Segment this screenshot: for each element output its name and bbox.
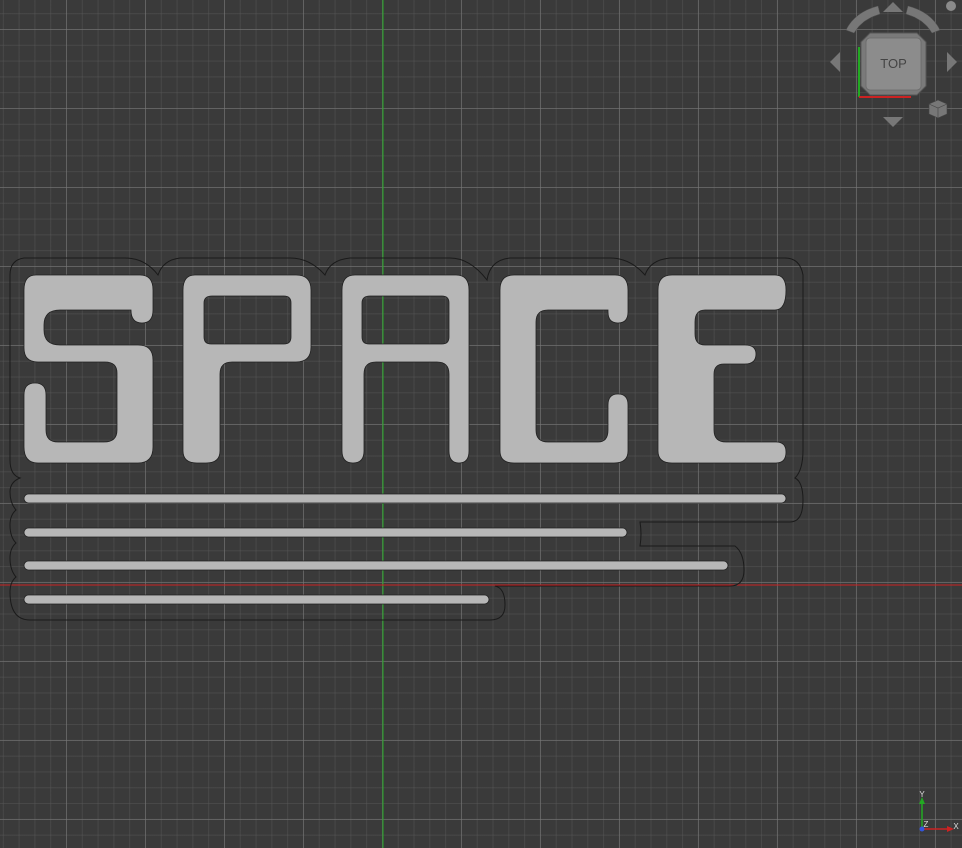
3d-viewport[interactable]: TOP Y X Z: [0, 0, 962, 848]
speed-line-1: [23, 493, 787, 504]
navcube-top-face[interactable]: TOP: [860, 32, 927, 96]
iso-cube-icon[interactable]: [928, 99, 948, 119]
speed-line-3: [23, 560, 729, 571]
speed-line-2: [23, 527, 628, 538]
letter-e: [657, 274, 787, 464]
speed-line-4: [23, 594, 490, 605]
view-menu-icon[interactable]: [946, 1, 956, 11]
letter-p: [182, 274, 312, 464]
navcube-face-label: TOP: [880, 56, 907, 71]
letter-c: [499, 274, 629, 464]
letter-a: [341, 274, 470, 464]
model-canvas[interactable]: [0, 0, 962, 848]
letter-s: [23, 274, 154, 464]
